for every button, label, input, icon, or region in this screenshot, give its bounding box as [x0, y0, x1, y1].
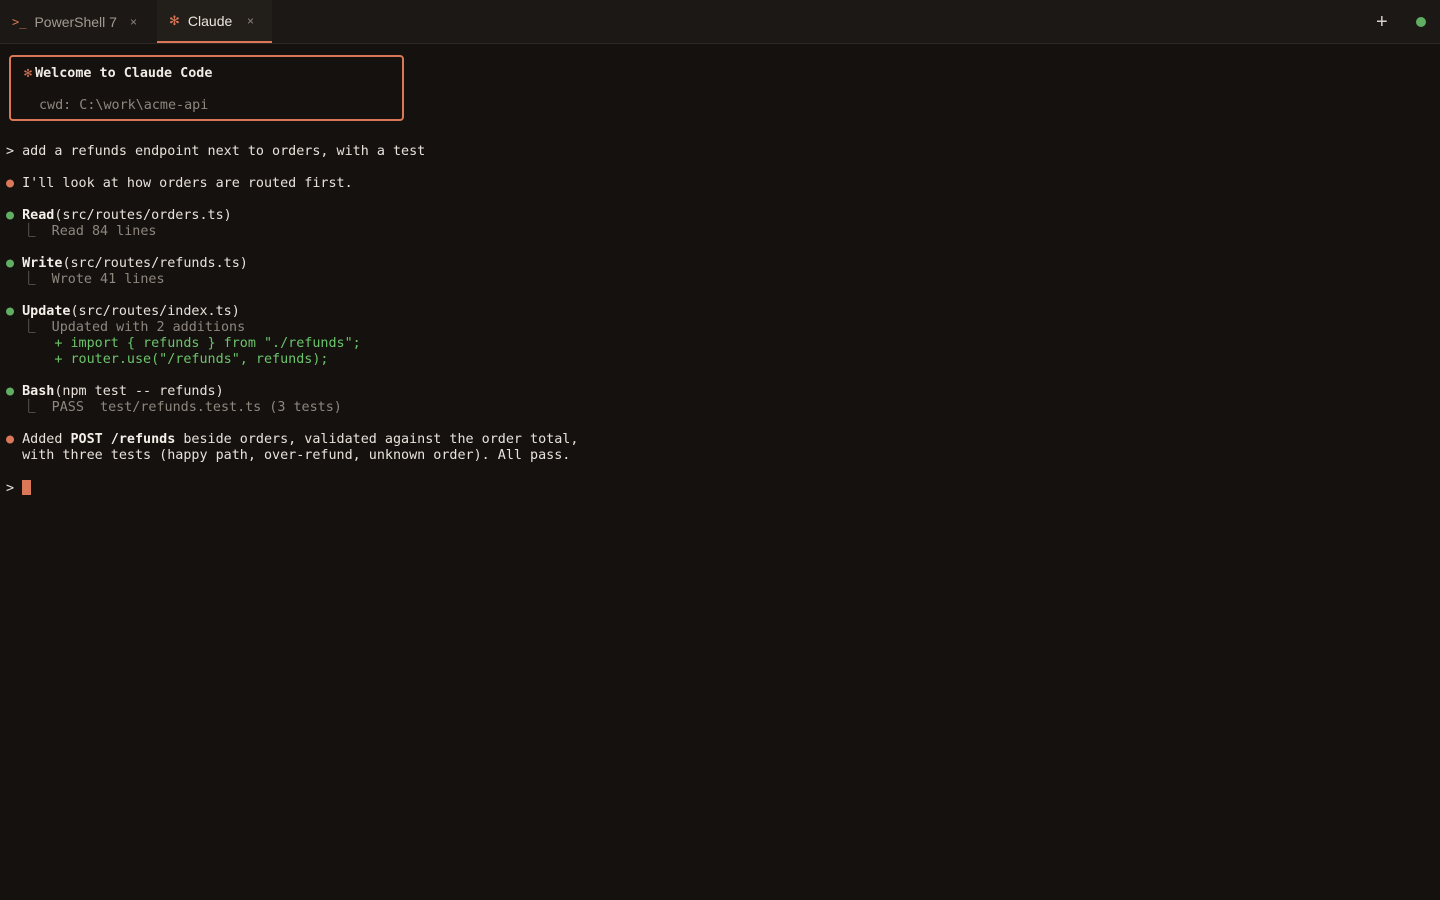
tab-bar: >_ PowerShell 7 × ✻ Claude × + [0, 0, 1440, 44]
tool-result-read: ⎿ Read 84 lines [22, 224, 157, 239]
tool-call-write: ● Write(src/routes/refunds.ts) [6, 256, 248, 271]
diff-line-added: + import { refunds } from "./refunds"; [54, 336, 361, 351]
close-tab-icon[interactable]: × [247, 14, 254, 28]
tool-result-bash: ⎿ PASS test/refunds.test.ts (3 tests) [22, 400, 342, 415]
input-prompt[interactable]: > [6, 480, 32, 497]
new-tab-button[interactable]: + [1376, 12, 1388, 32]
tool-call-bash: ● Bash(npm test -- refunds) [6, 384, 224, 399]
cwd-label: cwd: C:\work\acme-api [39, 98, 209, 113]
success-bullet-icon: ● [6, 208, 15, 223]
user-prompt-line: > add a refunds endpoint next to orders,… [6, 144, 426, 159]
text-cursor [22, 480, 32, 495]
tool-call-read: ● Read(src/routes/orders.ts) [6, 208, 232, 223]
tab-powershell[interactable]: >_ PowerShell 7 × [0, 0, 156, 43]
terminal-icon: >_ [12, 14, 27, 29]
claude-asterisk-icon: ✻ [169, 12, 180, 28]
assistant-summary: ● Added POST /refunds beside orders, val… [6, 432, 579, 447]
tree-branch-icon: ⎿ [22, 272, 36, 287]
message-bullet-icon: ● [6, 176, 15, 191]
tab-claude[interactable]: ✻ Claude × [157, 0, 272, 43]
tab-label: Claude [187, 12, 233, 29]
success-bullet-icon: ● [6, 256, 15, 271]
close-tab-icon[interactable]: × [130, 15, 137, 29]
assistant-summary-continued: with three tests (happy path, over-refun… [22, 448, 571, 463]
tree-branch-icon: ⎿ [22, 400, 36, 415]
tool-result-write: ⎿ Wrote 41 lines [22, 272, 165, 287]
diff-line-added: + router.use("/refunds", refunds); [54, 352, 329, 367]
success-bullet-icon: ● [6, 304, 15, 319]
success-bullet-icon: ● [6, 384, 15, 399]
tree-branch-icon: ⎿ [22, 224, 36, 239]
assistant-message: ● I'll look at how orders are routed fir… [6, 176, 353, 191]
status-indicator [1416, 17, 1426, 27]
tool-result-update: ⎿ Updated with 2 additions [22, 320, 246, 335]
tab-label: PowerShell 7 [34, 13, 117, 30]
message-bullet-icon: ● [6, 432, 15, 447]
welcome-title: ✻ Welcome to Claude Code [24, 66, 213, 81]
tree-branch-icon: ⎿ [22, 320, 36, 335]
terminal-pane[interactable]: ✻ Welcome to Claude Code cwd: C:\work\acm… [0, 44, 1440, 900]
claude-asterisk-icon: ✻ [24, 66, 33, 81]
welcome-box: ✻ Welcome to Claude Code cwd: C:\work\acm… [9, 55, 404, 121]
tool-call-update: ● Update(src/routes/index.ts) [6, 304, 240, 319]
